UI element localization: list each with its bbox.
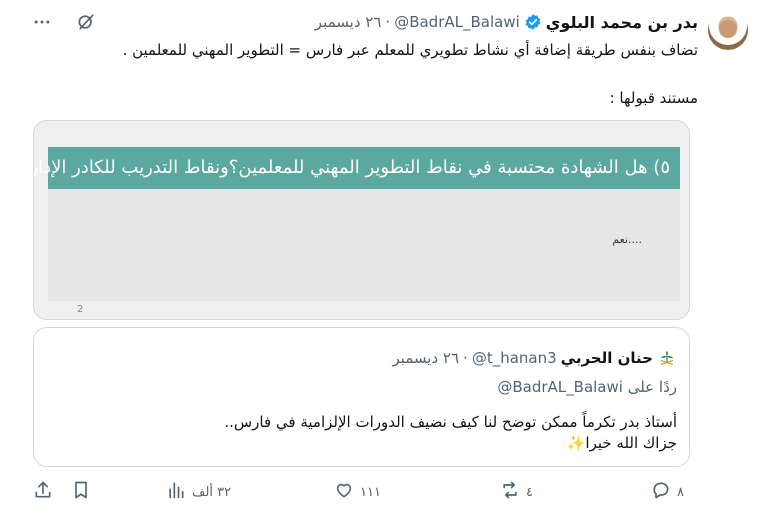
reply-icon: [651, 480, 671, 504]
like-button[interactable]: ١١١: [334, 478, 381, 506]
quoted-tweet[interactable]: حنان الحربي @t_hanan3 · ٢٦ ديسمبر ردًا ع…: [33, 327, 690, 467]
more-icon[interactable]: [30, 10, 54, 34]
repost-icon: [500, 480, 520, 504]
share-button[interactable]: [33, 478, 53, 506]
tweet-media-image[interactable]: ٥) هل الشهادة محتسبة في نقاط التطوير الم…: [33, 120, 690, 320]
repost-count: ٤: [526, 484, 533, 500]
quoted-avatar-emblem-icon[interactable]: [657, 348, 677, 368]
quoted-date[interactable]: ٢٦ ديسمبر: [392, 349, 459, 367]
quoted-tweet-header: حنان الحربي @t_hanan3 · ٢٦ ديسمبر: [392, 348, 677, 368]
like-count: ١١١: [360, 484, 381, 500]
media-answer-text: ....نعم: [612, 233, 642, 246]
reply-count: ٨: [677, 484, 684, 500]
author-handle[interactable]: @BadrAL_Balawi: [394, 13, 520, 31]
quoted-text-line-2: جزاك الله خيرا✨: [566, 434, 677, 452]
tweet-text-line-1: تضاف بنفس طريقة إضافة أي نشاط تطويري للم…: [122, 41, 698, 59]
reply-button[interactable]: ٨: [651, 478, 684, 506]
views-count: ٣٢ ألف: [192, 484, 232, 500]
quoted-reply-to: ردًا على @BadrAL_Balawi: [497, 378, 677, 396]
tweet-date[interactable]: ٢٦ ديسمبر: [315, 13, 382, 31]
quoted-separator-dot: ·: [463, 349, 468, 367]
media-answer-box: ....نعم: [48, 189, 680, 301]
author-display-name[interactable]: بدر بن محمد البلوي: [546, 13, 698, 32]
tweet-action-bar: ٣٢ ألف ١١١ ٤ ٨: [0, 478, 760, 506]
repost-button[interactable]: ٤: [500, 478, 533, 506]
quoted-handle[interactable]: @t_hanan3: [472, 349, 557, 367]
media-page-number: 2: [77, 304, 84, 315]
share-icon: [33, 480, 53, 504]
header-actions: [30, 10, 98, 34]
media-question: ٥) هل الشهادة محتسبة في نقاط التطوير الم…: [34, 147, 680, 189]
verified-badge-icon[interactable]: [524, 13, 542, 31]
quoted-display-name[interactable]: حنان الحربي: [561, 349, 653, 367]
reply-prefix: ردًا على: [627, 378, 677, 396]
tweet-header: بدر بن محمد البلوي @BadrAL_Balawi · ٢٦ د…: [315, 12, 698, 32]
separator-dot: ·: [385, 13, 391, 31]
reply-mention[interactable]: @BadrAL_Balawi: [497, 378, 623, 396]
grok-icon[interactable]: [74, 10, 98, 34]
tweet[interactable]: بدر بن محمد البلوي @BadrAL_Balawi · ٢٦ د…: [0, 0, 760, 515]
views-button[interactable]: ٣٢ ألف: [166, 478, 231, 506]
bookmark-button[interactable]: [71, 478, 91, 506]
author-avatar[interactable]: [708, 10, 748, 50]
views-icon: [166, 480, 186, 504]
tweet-text-line-2: مستند قبولها :: [609, 89, 698, 107]
quoted-text-line-1: أستاذ بدر تكرماً ممكن توضح لنا كيف نضيف …: [224, 413, 677, 431]
like-icon: [334, 480, 354, 504]
bookmark-icon: [71, 480, 91, 504]
